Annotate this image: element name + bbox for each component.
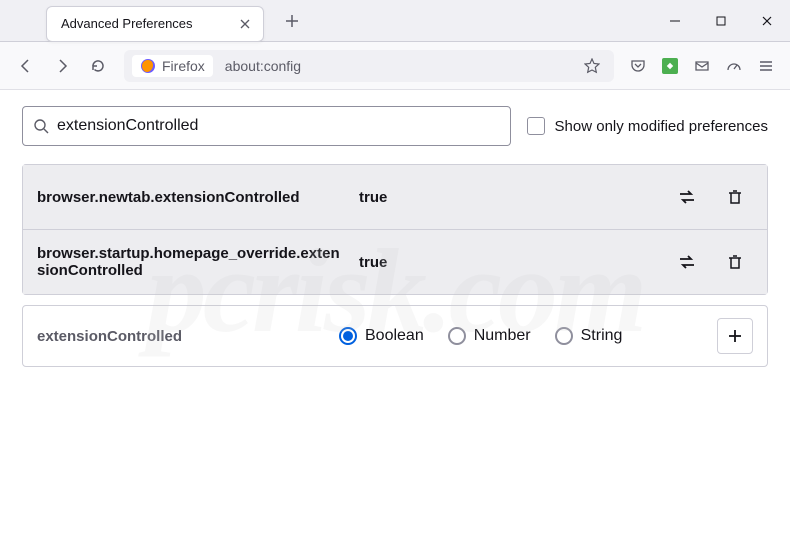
close-window-button[interactable]	[744, 0, 790, 42]
pref-name: browser.newtab.extensionControlled	[37, 189, 347, 206]
delete-button[interactable]	[717, 179, 753, 215]
reload-button[interactable]	[82, 50, 114, 82]
tab-title: Advanced Preferences	[61, 16, 237, 31]
browser-tab[interactable]: Advanced Preferences	[46, 6, 264, 42]
pref-value: true	[359, 189, 657, 206]
add-button[interactable]	[717, 318, 753, 354]
search-icon	[33, 118, 49, 134]
minimize-button[interactable]	[652, 0, 698, 42]
type-radio-group: Boolean Number String	[339, 327, 705, 345]
radio-input-string[interactable]	[555, 327, 573, 345]
bookmark-star-icon[interactable]	[578, 52, 606, 80]
maximize-button[interactable]	[698, 0, 744, 42]
show-modified-checkbox[interactable]	[527, 117, 545, 135]
pref-name: browser.startup.homepage_override.extens…	[37, 245, 347, 279]
window-controls	[652, 0, 790, 41]
delete-button[interactable]	[717, 244, 753, 280]
performance-icon[interactable]	[720, 52, 748, 80]
pref-row[interactable]: browser.startup.homepage_override.extens…	[23, 230, 767, 294]
identity-label: Firefox	[162, 58, 205, 74]
back-button[interactable]	[10, 50, 42, 82]
radio-input-number[interactable]	[448, 327, 466, 345]
pocket-icon[interactable]	[624, 52, 652, 80]
content-area: Show only modified preferences browser.n…	[0, 90, 790, 383]
url-bar[interactable]: Firefox about:config	[124, 50, 614, 82]
radio-label-boolean: Boolean	[365, 327, 424, 345]
new-pref-name: extensionControlled	[37, 328, 327, 345]
toggle-button[interactable]	[669, 179, 705, 215]
extension-icon[interactable]	[656, 52, 684, 80]
radio-input-boolean[interactable]	[339, 327, 357, 345]
close-tab-icon[interactable]	[237, 16, 253, 32]
show-modified-checkbox-wrap[interactable]: Show only modified preferences	[527, 117, 768, 135]
pref-value: true	[359, 254, 657, 271]
mail-icon[interactable]	[688, 52, 716, 80]
radio-label-string: String	[581, 327, 623, 345]
radio-boolean[interactable]: Boolean	[339, 327, 424, 345]
radio-string[interactable]: String	[555, 327, 623, 345]
firefox-icon	[140, 58, 156, 74]
search-box[interactable]	[22, 106, 511, 146]
titlebar: Advanced Preferences	[0, 0, 790, 42]
menu-icon[interactable]	[752, 52, 780, 80]
radio-label-number: Number	[474, 327, 531, 345]
search-row: Show only modified preferences	[22, 106, 768, 146]
show-modified-label: Show only modified preferences	[555, 118, 768, 135]
toggle-button[interactable]	[669, 244, 705, 280]
pref-row[interactable]: browser.newtab.extensionControlled true	[23, 165, 767, 230]
forward-button[interactable]	[46, 50, 78, 82]
identity-box[interactable]: Firefox	[132, 55, 213, 77]
url-text: about:config	[225, 58, 570, 74]
new-tab-button[interactable]	[276, 5, 308, 37]
search-input[interactable]	[57, 117, 500, 135]
navigation-bar: Firefox about:config	[0, 42, 790, 90]
new-pref-row: extensionControlled Boolean Number Strin…	[22, 305, 768, 367]
results-table: browser.newtab.extensionControlled true …	[22, 164, 768, 295]
radio-number[interactable]: Number	[448, 327, 531, 345]
